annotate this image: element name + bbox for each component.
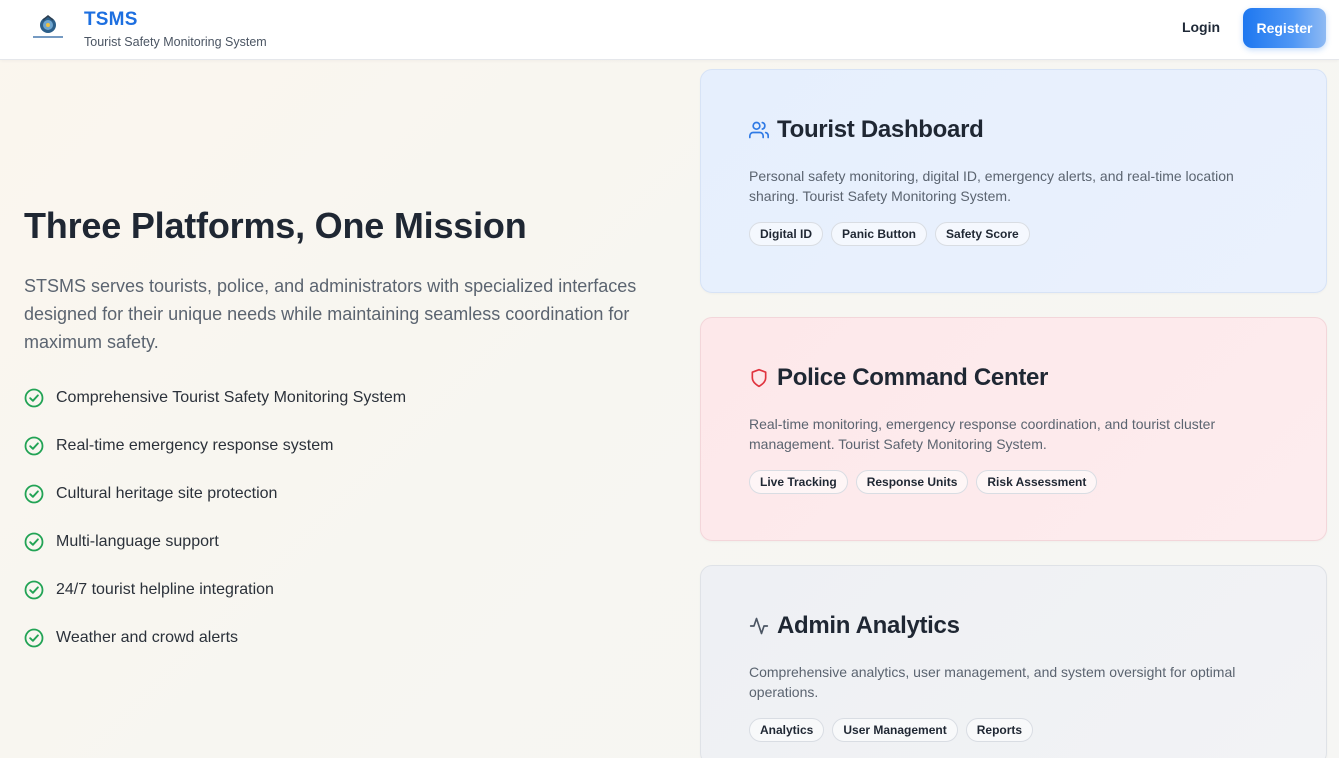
users-icon: [749, 121, 769, 139]
card-description: Personal safety monitoring, digital ID, …: [749, 168, 1234, 204]
brand-subtitle: Tourist Safety Monitoring System: [84, 35, 267, 49]
feature-label: 24/7 tourist helpline integration: [56, 581, 274, 598]
tag-risk-assessment: Risk Assessment: [976, 470, 1098, 494]
feature-label: Cultural heritage site protection: [56, 485, 278, 502]
check-circle-icon: [24, 436, 44, 456]
tag-response-units: Response Units: [855, 470, 969, 494]
card-description: Real-time monitoring, emergency response…: [749, 416, 1216, 452]
tag-live-tracking: Live Tracking: [749, 470, 848, 494]
feature-item: Multi-language support: [24, 530, 406, 554]
check-circle-icon: [24, 628, 44, 648]
tag-safety-score: Safety Score: [935, 222, 1030, 246]
tag-digital-id: Digital ID: [749, 222, 824, 246]
login-button[interactable]: Login: [1170, 8, 1232, 46]
feature-item: Cultural heritage site protection: [24, 482, 406, 506]
check-circle-icon: [24, 580, 44, 600]
feature-list: Comprehensive Tourist Safety Monitoring …: [24, 386, 406, 674]
card-header: Tourist Dashboard: [749, 116, 984, 144]
card-title: Police Command Center: [777, 364, 1049, 391]
tag-analytics: Analytics: [749, 718, 825, 742]
top-navbar: TSMS Tourist Safety Monitoring System Lo…: [0, 0, 1339, 60]
police-command-card[interactable]: Police Command Center Real-time monitori…: [700, 317, 1327, 541]
logo-icon[interactable]: [31, 13, 65, 43]
hero-title: Three Platforms, One Mission: [24, 205, 527, 246]
card-header: Admin Analytics: [749, 612, 960, 640]
brand-title[interactable]: TSMS: [84, 9, 138, 31]
tag-list: Digital ID Panic Button Safety Score: [749, 222, 1038, 246]
card-title: Tourist Dashboard: [777, 116, 984, 143]
tag-user-management: User Management: [832, 718, 958, 742]
hero-description: STSMS serves tourists, police, and admin…: [24, 276, 637, 352]
tag-reports: Reports: [965, 718, 1034, 742]
feature-item: Weather and crowd alerts: [24, 626, 406, 650]
feature-item: 24/7 tourist helpline integration: [24, 578, 406, 602]
feature-label: Weather and crowd alerts: [56, 629, 239, 646]
register-button[interactable]: Register: [1243, 8, 1326, 48]
feature-label: Multi-language support: [56, 533, 219, 550]
card-title: Admin Analytics: [777, 612, 960, 639]
admin-analytics-card[interactable]: Admin Analytics Comprehensive analytics,…: [700, 565, 1327, 758]
tag-panic-button: Panic Button: [831, 222, 928, 246]
feature-label: Comprehensive Tourist Safety Monitoring …: [56, 389, 407, 406]
feature-item: Real-time emergency response system: [24, 434, 406, 458]
tag-list: Live Tracking Response Units Risk Assess…: [749, 470, 1105, 494]
feature-item: Comprehensive Tourist Safety Monitoring …: [24, 386, 406, 410]
shield-icon: [751, 368, 767, 388]
card-header: Police Command Center: [749, 364, 1048, 392]
check-circle-icon: [24, 532, 44, 552]
check-circle-icon: [24, 484, 44, 504]
card-description: Comprehensive analytics, user management…: [749, 664, 1236, 700]
feature-label: Real-time emergency response system: [56, 437, 334, 454]
check-circle-icon: [24, 388, 44, 408]
tourist-dashboard-card[interactable]: Tourist Dashboard Personal safety monito…: [700, 69, 1327, 293]
tag-list: Analytics User Management Reports: [749, 718, 1041, 742]
activity-icon: [749, 617, 769, 635]
